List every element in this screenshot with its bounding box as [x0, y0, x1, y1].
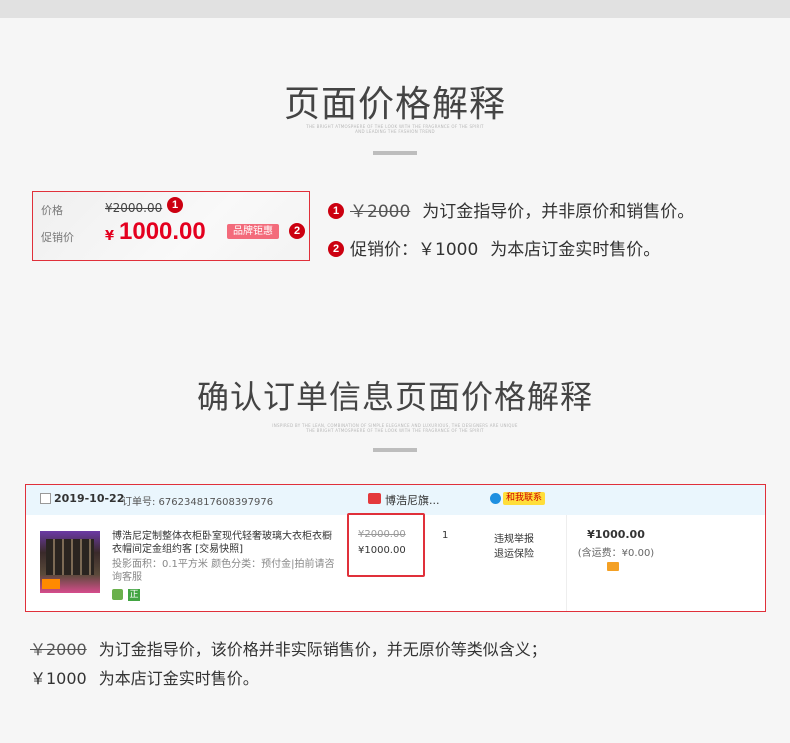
brand-deal-badge: 品牌钜惠	[227, 224, 279, 239]
note-text: 为本店订金实时售价。	[98, 669, 259, 688]
subtitle-line: AND LEADING THE FASHION TREND	[355, 129, 435, 134]
guide-price: ￥2000	[30, 640, 87, 659]
guarantee-icon	[112, 589, 123, 600]
credit-card-icon	[607, 562, 619, 571]
marker-1-icon: 1	[328, 203, 344, 219]
currency-symbol: ¥	[105, 229, 115, 244]
top-bar	[0, 0, 790, 18]
order-checkbox[interactable]	[40, 493, 51, 504]
note-text: 为订金指导价，该价格并非实际销售价，并无原价等类似含义；	[98, 640, 547, 659]
explanation-line-2: 2 促销价：￥1000 为本店订金实时售价。	[328, 235, 660, 260]
note-line-1: ￥2000 为订金指导价，该价格并非实际销售价，并无原价等类似含义；	[30, 636, 547, 660]
wardrobe-image	[46, 539, 94, 575]
return-insurance-link[interactable]: 退运保险	[494, 545, 534, 560]
order-original-price: ¥2000.00	[358, 529, 406, 540]
promo-label: 促销价	[41, 231, 74, 244]
subtitle-line: THE BRIGHT ATMOSPHERE OF THE LOOK WITH T…	[306, 428, 484, 433]
order-card: 2019-10-22 订单号: 676234817608397976 博浩尼旗.…	[25, 484, 766, 612]
marker-1-icon: 1	[167, 197, 183, 213]
title-divider	[373, 151, 417, 155]
section-subtitle: INSPIRED BY THE LEAN, COMBINATION OF SIM…	[0, 423, 790, 433]
price-tag-icon	[42, 579, 60, 589]
original-price: ¥2000.00	[105, 201, 163, 215]
authentic-badge: 正	[128, 589, 140, 601]
explanation-text: 为本店订金实时售价。	[490, 240, 661, 260]
explanation-line-1: 1 ￥2000 为订金指导价，并非原价和销售价。	[328, 197, 694, 222]
section-subtitle: THE BRIGHT ATMOSPHERE OF THE LOOK WITH T…	[0, 124, 790, 134]
guide-price: ￥2000	[350, 202, 411, 222]
price-display-box: 价格 ¥2000.00 1 促销价 ¥ 1000.00 品牌钜惠 2	[32, 191, 310, 261]
price-label: 价格	[41, 204, 63, 217]
shop-name-link[interactable]: 博浩尼旗...	[385, 492, 440, 508]
product-title-link[interactable]: 博浩尼定制整体衣柜卧室现代轻奢玻璃大衣柜衣橱衣帽间定金组约客 [交易快照]	[112, 530, 340, 556]
shipping-fee: (含运费：¥0.00)	[577, 548, 655, 559]
order-quantity: 1	[442, 530, 449, 541]
promo-price: 1000.00	[119, 218, 206, 245]
explanation-text: 为订金指导价，并非原价和销售价。	[422, 202, 695, 222]
promo-label-text: 促销价：	[350, 240, 418, 260]
product-attributes: 投影面积：0.1平方米 颜色分类：预付金|拍前请咨询客服	[112, 559, 335, 583]
order-header: 2019-10-22 订单号: 676234817608397976 博浩尼旗.…	[26, 485, 765, 515]
section-title-order-price: 确认订单信息页面价格解释	[196, 378, 593, 416]
order-date: 2019-10-22	[54, 492, 125, 505]
report-violation-link[interactable]: 违规举报	[494, 530, 534, 545]
order-number: 订单号: 676234817608397976	[122, 497, 274, 508]
title-divider	[373, 448, 417, 452]
order-total: ¥1000.00	[587, 528, 645, 541]
chat-icon[interactable]	[490, 493, 501, 504]
section-title-page-price: 页面价格解释	[283, 84, 506, 125]
deposit-price: ￥1000	[30, 669, 87, 688]
order-current-price: ¥1000.00	[358, 545, 406, 556]
note-line-2: ￥1000 为本店订金实时售价。	[30, 665, 259, 689]
contact-seller-button[interactable]: 和我联系	[503, 492, 546, 505]
marker-2-icon: 2	[289, 223, 305, 239]
shop-icon	[368, 493, 381, 504]
marker-2-icon: 2	[328, 241, 344, 257]
promo-value: ￥1000	[418, 240, 479, 260]
product-thumbnail[interactable]	[40, 531, 100, 593]
